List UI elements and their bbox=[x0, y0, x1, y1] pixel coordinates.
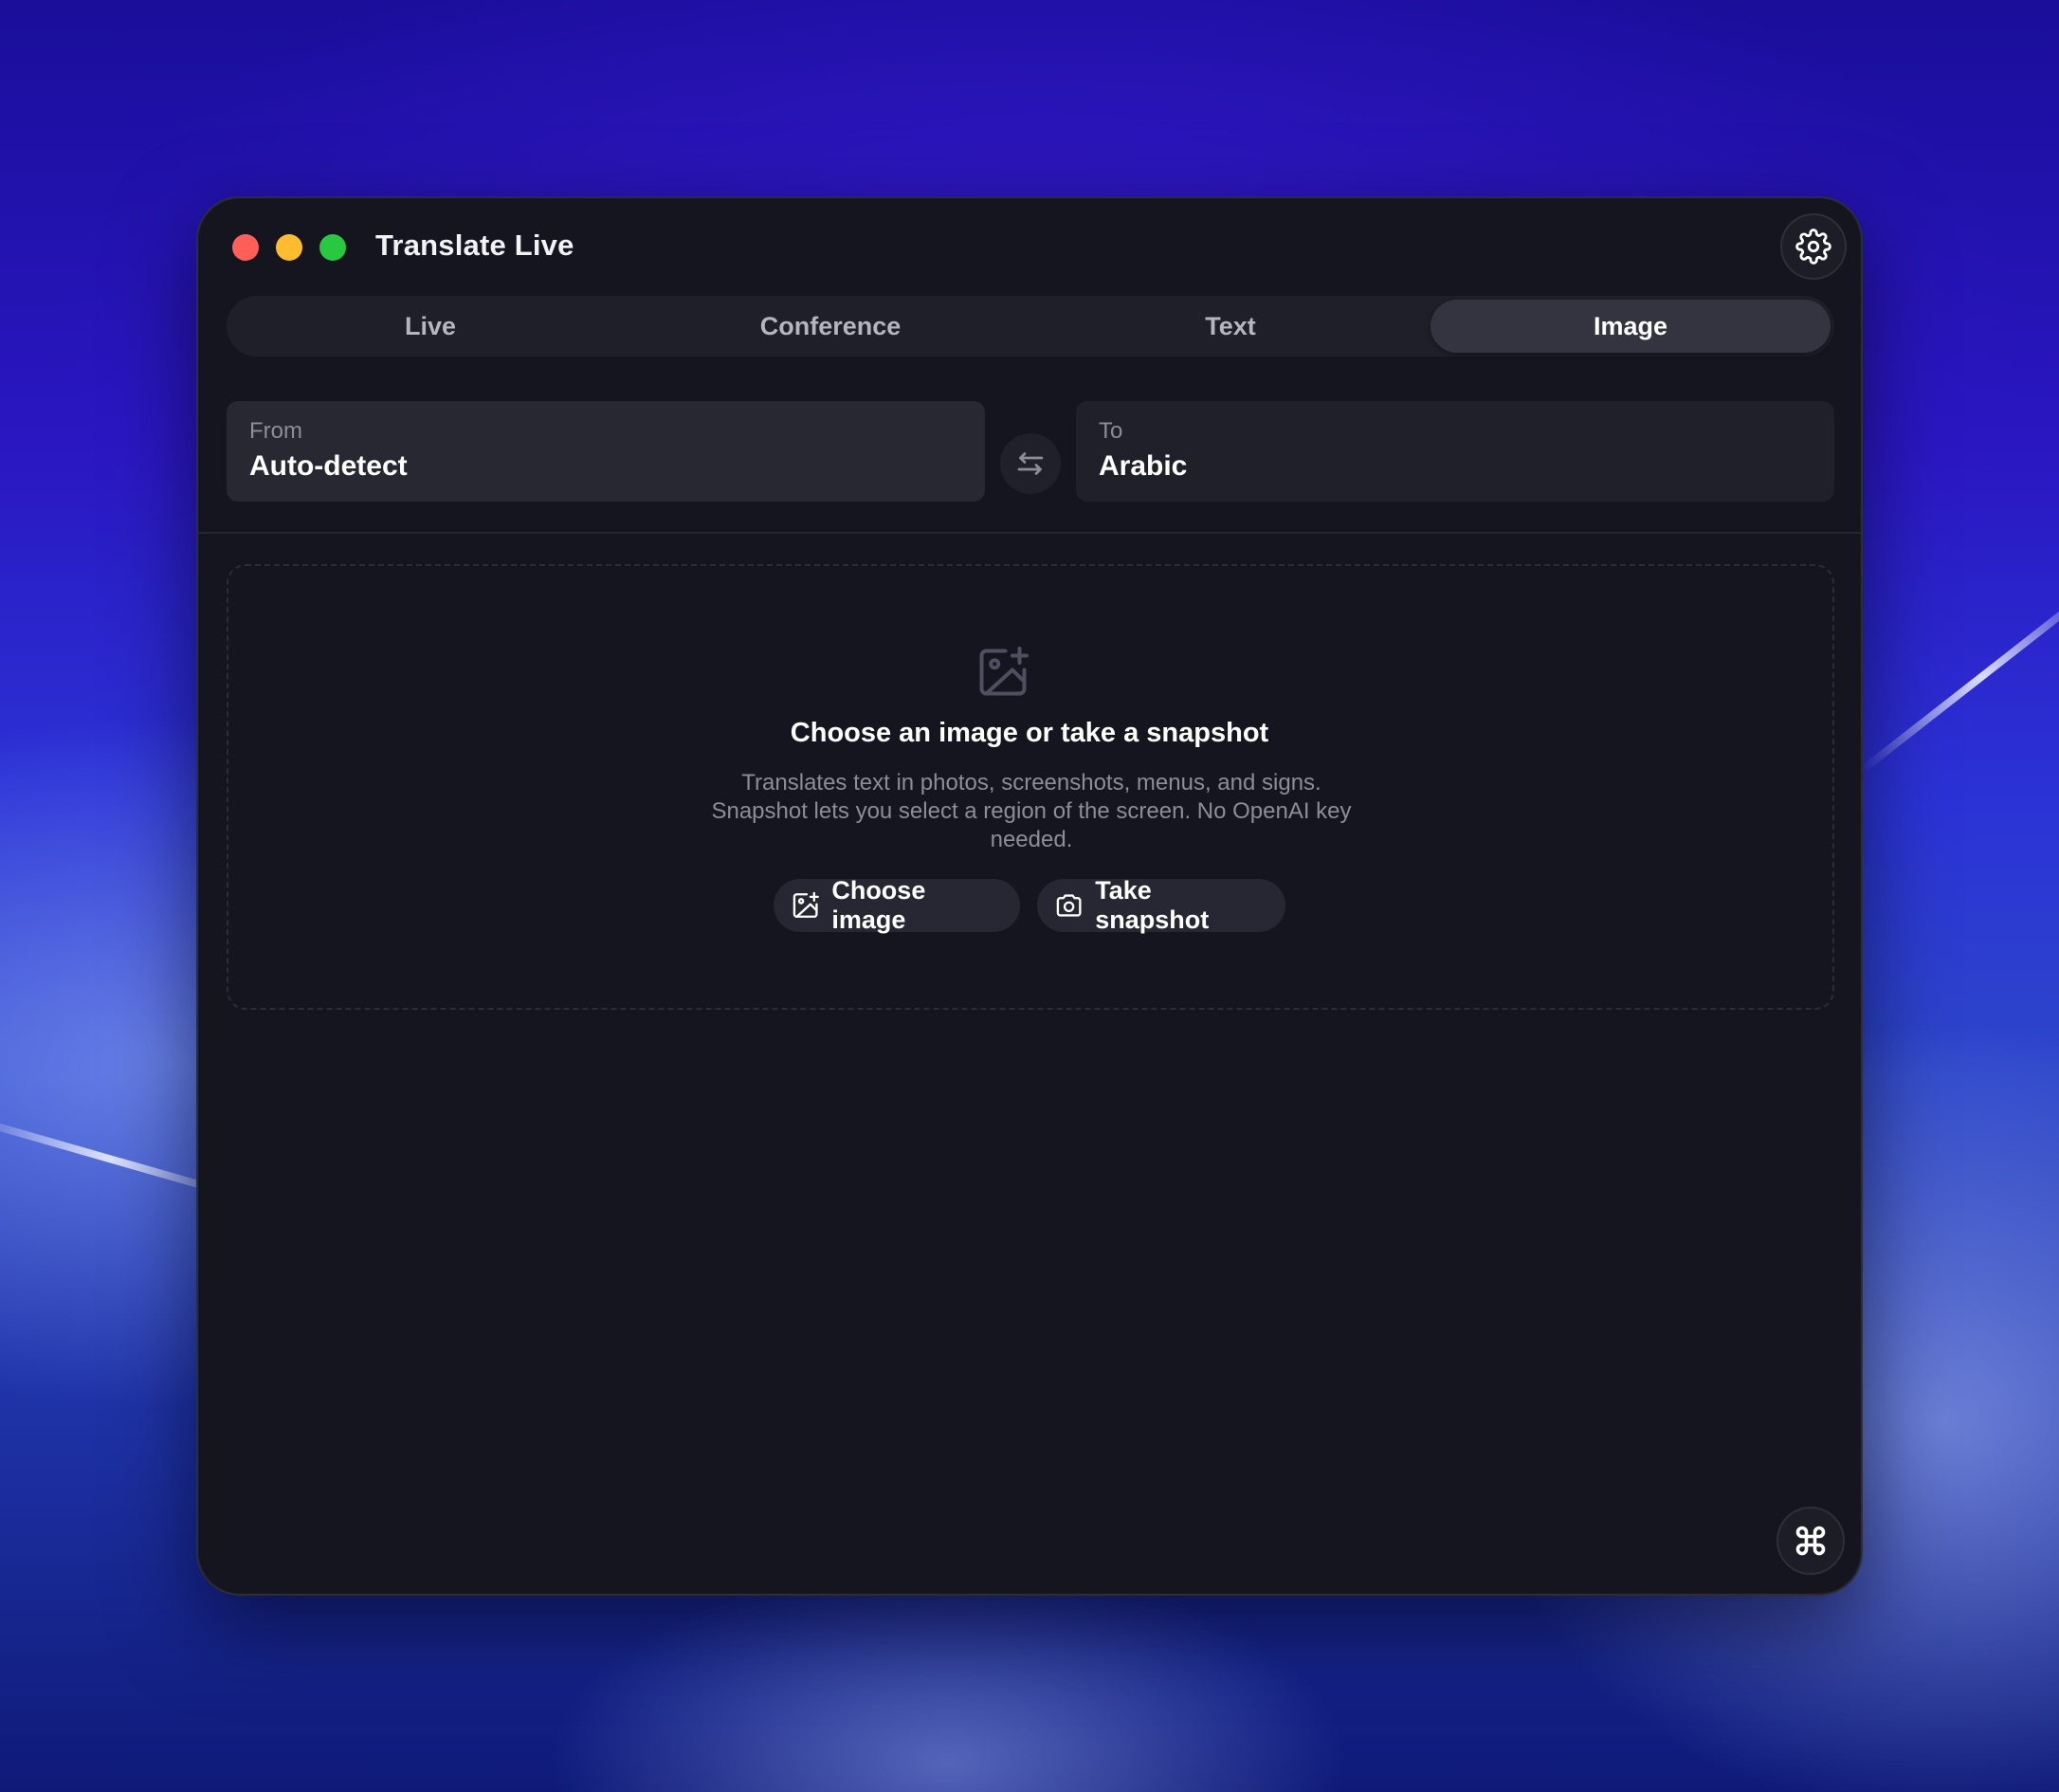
swap-arrows-icon bbox=[1017, 452, 1044, 475]
mode-tabs: Live Conference Text Image bbox=[227, 296, 1834, 357]
target-language-value: Arabic bbox=[1099, 450, 1188, 482]
choose-image-button[interactable]: Choose image bbox=[774, 876, 1020, 934]
take-snapshot-label: Take snapshot bbox=[1095, 876, 1210, 934]
source-language-caption: From bbox=[249, 418, 302, 444]
tab-live[interactable]: Live bbox=[230, 300, 630, 353]
tab-conference[interactable]: Conference bbox=[630, 300, 1030, 353]
settings-button[interactable] bbox=[1780, 213, 1847, 280]
target-language-caption: To bbox=[1099, 418, 1123, 444]
drop-zone-title: Choose an image or take a snapshot bbox=[790, 718, 1269, 748]
title-bar: Translate Live bbox=[198, 198, 1861, 293]
source-language-selector[interactable]: From Auto-detect bbox=[227, 401, 985, 502]
drop-zone-description: Translates text in photos, screenshots, … bbox=[711, 770, 1352, 852]
command-shortcut-button[interactable] bbox=[1777, 1507, 1845, 1575]
image-add-icon bbox=[979, 647, 1029, 696]
camera-icon bbox=[1056, 894, 1082, 917]
take-snapshot-button[interactable]: Take snapshot bbox=[1037, 876, 1285, 934]
command-key-icon bbox=[1795, 1526, 1826, 1556]
image-add-icon bbox=[793, 891, 819, 918]
swap-languages-button[interactable] bbox=[1000, 433, 1061, 494]
tab-text[interactable]: Text bbox=[1030, 300, 1430, 353]
source-language-value: Auto-detect bbox=[249, 450, 408, 482]
gear-icon bbox=[1795, 229, 1831, 265]
wallpaper-light-streak bbox=[1859, 580, 2059, 774]
window-minimize-button[interactable] bbox=[276, 234, 302, 261]
window-maximize-button[interactable] bbox=[319, 234, 346, 261]
target-language-selector[interactable]: To Arabic bbox=[1076, 401, 1834, 502]
app-window: Translate Live Live Conference Text Imag… bbox=[196, 196, 1863, 1596]
tab-image[interactable]: Image bbox=[1430, 300, 1831, 353]
choose-image-label: Choose image bbox=[831, 876, 926, 934]
section-divider bbox=[198, 532, 1861, 534]
window-close-button[interactable] bbox=[232, 234, 259, 261]
app-title: Translate Live bbox=[375, 229, 574, 262]
